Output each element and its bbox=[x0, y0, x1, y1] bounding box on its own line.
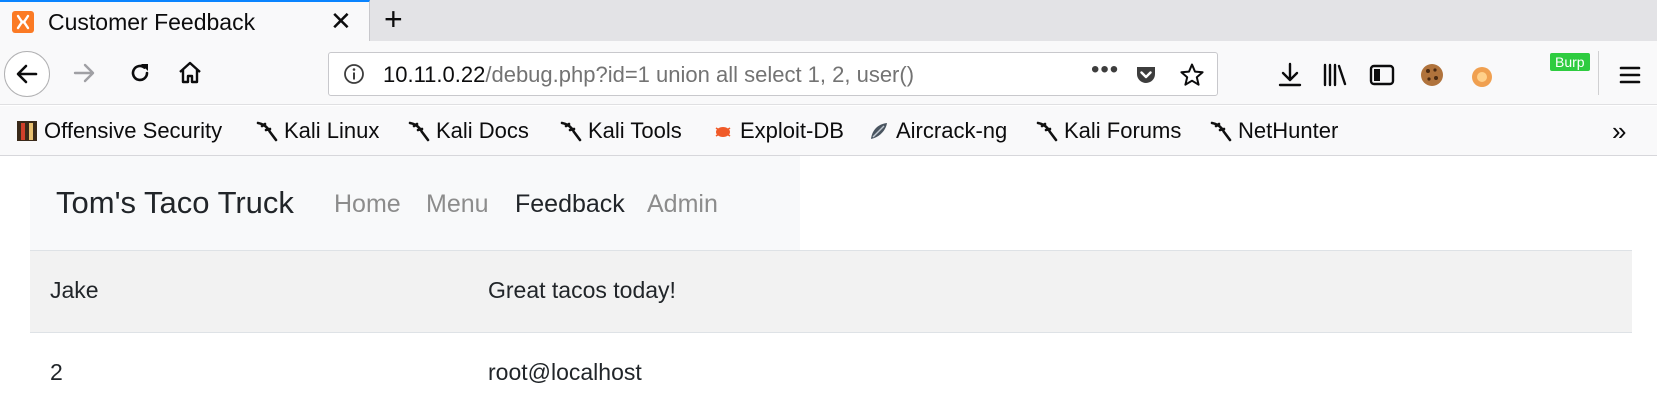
burp-badge: Burp bbox=[1550, 53, 1590, 71]
home-icon bbox=[179, 61, 201, 84]
aircrack-icon bbox=[871, 123, 887, 139]
tab-strip: Customer Feedback ✕ + bbox=[0, 0, 1657, 41]
forward-button[interactable] bbox=[66, 55, 102, 91]
table-row: 2 root@localhost bbox=[30, 332, 1632, 412]
nav-link-admin[interactable]: Admin bbox=[647, 190, 718, 219]
offsec-icon bbox=[17, 121, 37, 141]
kali-dragon-icon bbox=[408, 121, 430, 142]
feedback-name-cell: 2 bbox=[50, 359, 63, 385]
feedback-table: Jake Great tacos today! 2 root@localhost bbox=[30, 250, 1632, 412]
bookmark-label: Kali Linux bbox=[284, 118, 380, 143]
kali-dragon-icon bbox=[256, 121, 278, 142]
info-icon[interactable] bbox=[343, 63, 365, 85]
library-icon[interactable] bbox=[1320, 61, 1348, 89]
bookmark-label: Kali Forums bbox=[1064, 118, 1182, 143]
tab-title: Customer Feedback bbox=[48, 9, 256, 35]
feedback-comment-cell: Great tacos today! bbox=[488, 277, 676, 303]
toolbar-separator bbox=[1598, 51, 1599, 95]
table-row: Jake Great tacos today! bbox=[30, 250, 1632, 332]
bookmark-label: Kali Tools bbox=[588, 118, 682, 143]
bookmark-label: Exploit-DB bbox=[740, 118, 844, 143]
kali-dragon-icon bbox=[1036, 121, 1058, 142]
cookie-icon[interactable] bbox=[1418, 61, 1446, 89]
close-tab-icon[interactable]: ✕ bbox=[330, 8, 352, 34]
site-brand[interactable]: Tom's Taco Truck bbox=[56, 185, 294, 221]
feedback-comment-cell: root@localhost bbox=[488, 359, 642, 385]
bookmark-nethunter[interactable]: NetHunter bbox=[1210, 118, 1338, 144]
page-actions-menu-icon[interactable]: ••• bbox=[1091, 56, 1119, 84]
back-arrow-icon bbox=[16, 64, 38, 84]
home-button[interactable] bbox=[172, 55, 208, 91]
bookmark-label: Offensive Security bbox=[44, 118, 223, 143]
url-text[interactable]: 10.11.0.22/debug.php?id=1 union all sele… bbox=[383, 62, 914, 88]
tab-customer-feedback[interactable]: Customer Feedback ✕ bbox=[0, 0, 370, 41]
reload-icon bbox=[131, 64, 149, 82]
nav-link-feedback[interactable]: Feedback bbox=[515, 190, 625, 219]
site-navbar: Tom's Taco Truck Home Menu Feedback Admi… bbox=[30, 156, 800, 250]
bookmark-star-icon[interactable] bbox=[1179, 62, 1205, 88]
exploitdb-bug-icon bbox=[715, 127, 731, 137]
pocket-icon[interactable] bbox=[1134, 63, 1158, 87]
kali-dragon-icon bbox=[1210, 121, 1232, 142]
navigation-toolbar: 10.11.0.22/debug.php?id=1 union all sele… bbox=[0, 41, 1657, 105]
url-host: 10.11.0.22 bbox=[383, 62, 486, 87]
reload-button[interactable] bbox=[122, 55, 158, 91]
burp-extension-icon[interactable] bbox=[1468, 61, 1496, 89]
bookmark-label: Aircrack-ng bbox=[896, 118, 1008, 143]
bookmark-kali-tools[interactable]: Kali Tools bbox=[560, 118, 682, 144]
new-tab-icon[interactable]: + bbox=[384, 3, 403, 35]
bookmarks-toolbar: Offensive Security Kali Linux Kali Docs … bbox=[0, 106, 1657, 156]
back-button[interactable] bbox=[4, 51, 50, 97]
xampp-icon bbox=[12, 11, 34, 33]
feedback-name-cell: Jake bbox=[50, 277, 99, 303]
download-icon[interactable] bbox=[1276, 61, 1304, 89]
bookmark-kali-forums[interactable]: Kali Forums bbox=[1036, 118, 1181, 144]
nav-link-home[interactable]: Home bbox=[334, 190, 401, 219]
sidebar-icon[interactable] bbox=[1368, 61, 1396, 89]
url-bar[interactable]: 10.11.0.22/debug.php?id=1 union all sele… bbox=[328, 52, 1218, 96]
bookmark-kali-docs[interactable]: Kali Docs bbox=[408, 118, 529, 144]
kali-dragon-icon bbox=[560, 121, 582, 142]
bookmark-kali-linux[interactable]: Kali Linux bbox=[256, 118, 379, 144]
bookmark-aircrack-ng[interactable]: Aircrack-ng bbox=[868, 118, 1007, 144]
url-path: /debug.php?id=1 union all select 1, 2, u… bbox=[485, 62, 915, 87]
forward-arrow-icon bbox=[73, 63, 95, 83]
bookmark-label: NetHunter bbox=[1238, 118, 1339, 143]
nav-link-menu[interactable]: Menu bbox=[426, 190, 489, 219]
bookmark-exploit-db[interactable]: Exploit-DB bbox=[712, 118, 844, 144]
bookmark-offensive-security[interactable]: Offensive Security bbox=[16, 118, 222, 144]
hamburger-menu-icon[interactable] bbox=[1616, 61, 1644, 89]
bookmarks-overflow-icon[interactable]: » bbox=[1612, 116, 1626, 147]
bookmark-label: Kali Docs bbox=[436, 118, 529, 143]
